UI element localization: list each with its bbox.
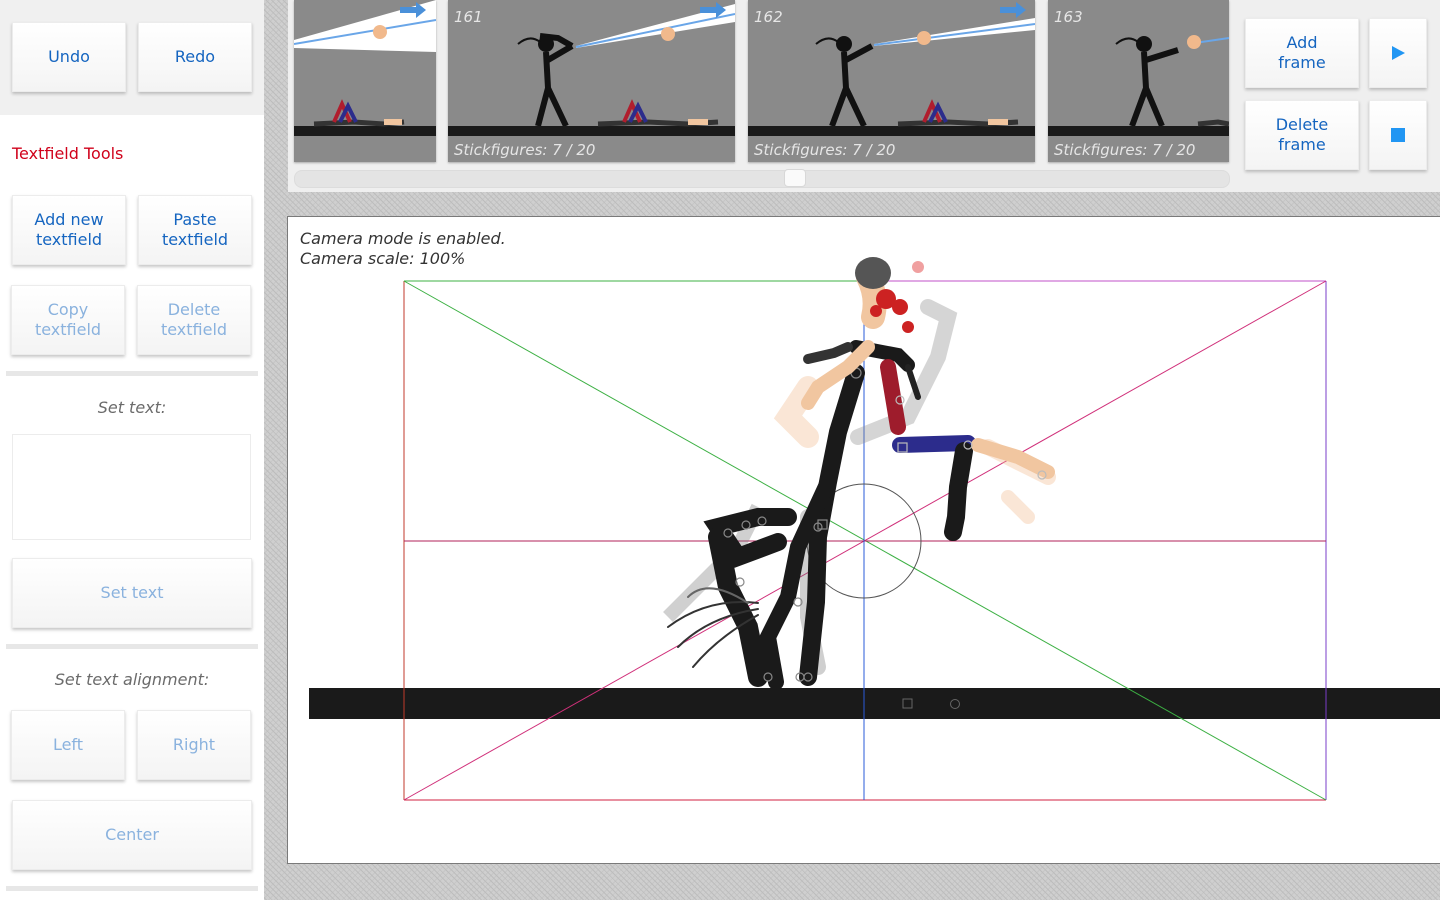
arrow-right-icon [1000, 2, 1026, 18]
stickfigure-count: Stickfigures: 7 / 20 [1054, 141, 1196, 159]
frame-preview [748, 18, 1035, 136]
copy-textfield-button[interactable]: Copy textfield [11, 285, 125, 355]
animation-canvas[interactable]: Camera mode is enabled. Camera scale: 10… [287, 216, 1440, 864]
delete-textfield-button[interactable]: Delete textfield [137, 285, 251, 355]
ground-bar [309, 688, 1440, 719]
camera-mode-text: Camera mode is enabled. [300, 229, 506, 248]
divider [6, 371, 258, 376]
redo-button[interactable]: Redo [138, 22, 252, 92]
scene [309, 257, 1440, 801]
divider [6, 886, 258, 891]
delete-frame-button[interactable]: Delete frame [1245, 100, 1359, 170]
section-title-textfield-tools: Textfield Tools [12, 144, 124, 163]
stop-button[interactable] [1369, 100, 1427, 170]
set-text-caption: Set text: [97, 398, 167, 417]
camera-info: Camera mode is enabled. Camera scale: 10… [300, 229, 506, 269]
frame-thumbnail[interactable] [294, 0, 436, 162]
divider [6, 644, 258, 649]
stickfigure-count: Stickfigures: 7 / 20 [454, 141, 596, 159]
frame-preview [294, 0, 436, 136]
frame-thumbnail[interactable]: 161 Stickfigures: 7 / 20 [448, 0, 735, 162]
paste-textfield-button[interactable]: Paste textfield [138, 195, 252, 265]
frame-thumbnail[interactable]: 163 Stickfigures: 7 / 20 [1048, 0, 1229, 162]
text-input[interactable] [12, 434, 251, 540]
play-button[interactable] [1369, 18, 1427, 88]
arrow-right-icon [400, 2, 426, 18]
frame-number: 163 [1054, 8, 1083, 26]
frames-scroll-thumb[interactable] [784, 169, 806, 187]
frames-scrollbar[interactable] [294, 170, 1230, 188]
add-frame-button[interactable]: Add frame [1245, 18, 1359, 88]
frame-number: 162 [754, 8, 783, 26]
alignment-caption: Set text alignment: [54, 670, 210, 689]
textfield-sidebar: Undo Redo Textfield Tools Add new textfi… [0, 0, 264, 900]
undo-button[interactable]: Undo [12, 22, 126, 92]
stop-icon [1391, 128, 1405, 142]
add-textfield-button[interactable]: Add new textfield [12, 195, 126, 265]
frame-number: 161 [454, 8, 483, 26]
play-icon [1392, 46, 1405, 60]
arrow-right-icon [700, 2, 726, 18]
stickfigure-count: Stickfigures: 7 / 20 [754, 141, 896, 159]
align-right-button[interactable]: Right [137, 710, 251, 780]
set-text-button[interactable]: Set text [12, 558, 252, 628]
frame-thumbnail[interactable]: 162 Stickfigures: 7 / 20 [748, 0, 1035, 162]
camera-scale-text: Camera scale: 100% [300, 249, 466, 268]
frame-preview [448, 4, 735, 136]
align-center-button[interactable]: Center [12, 800, 252, 870]
align-left-button[interactable]: Left [11, 710, 125, 780]
